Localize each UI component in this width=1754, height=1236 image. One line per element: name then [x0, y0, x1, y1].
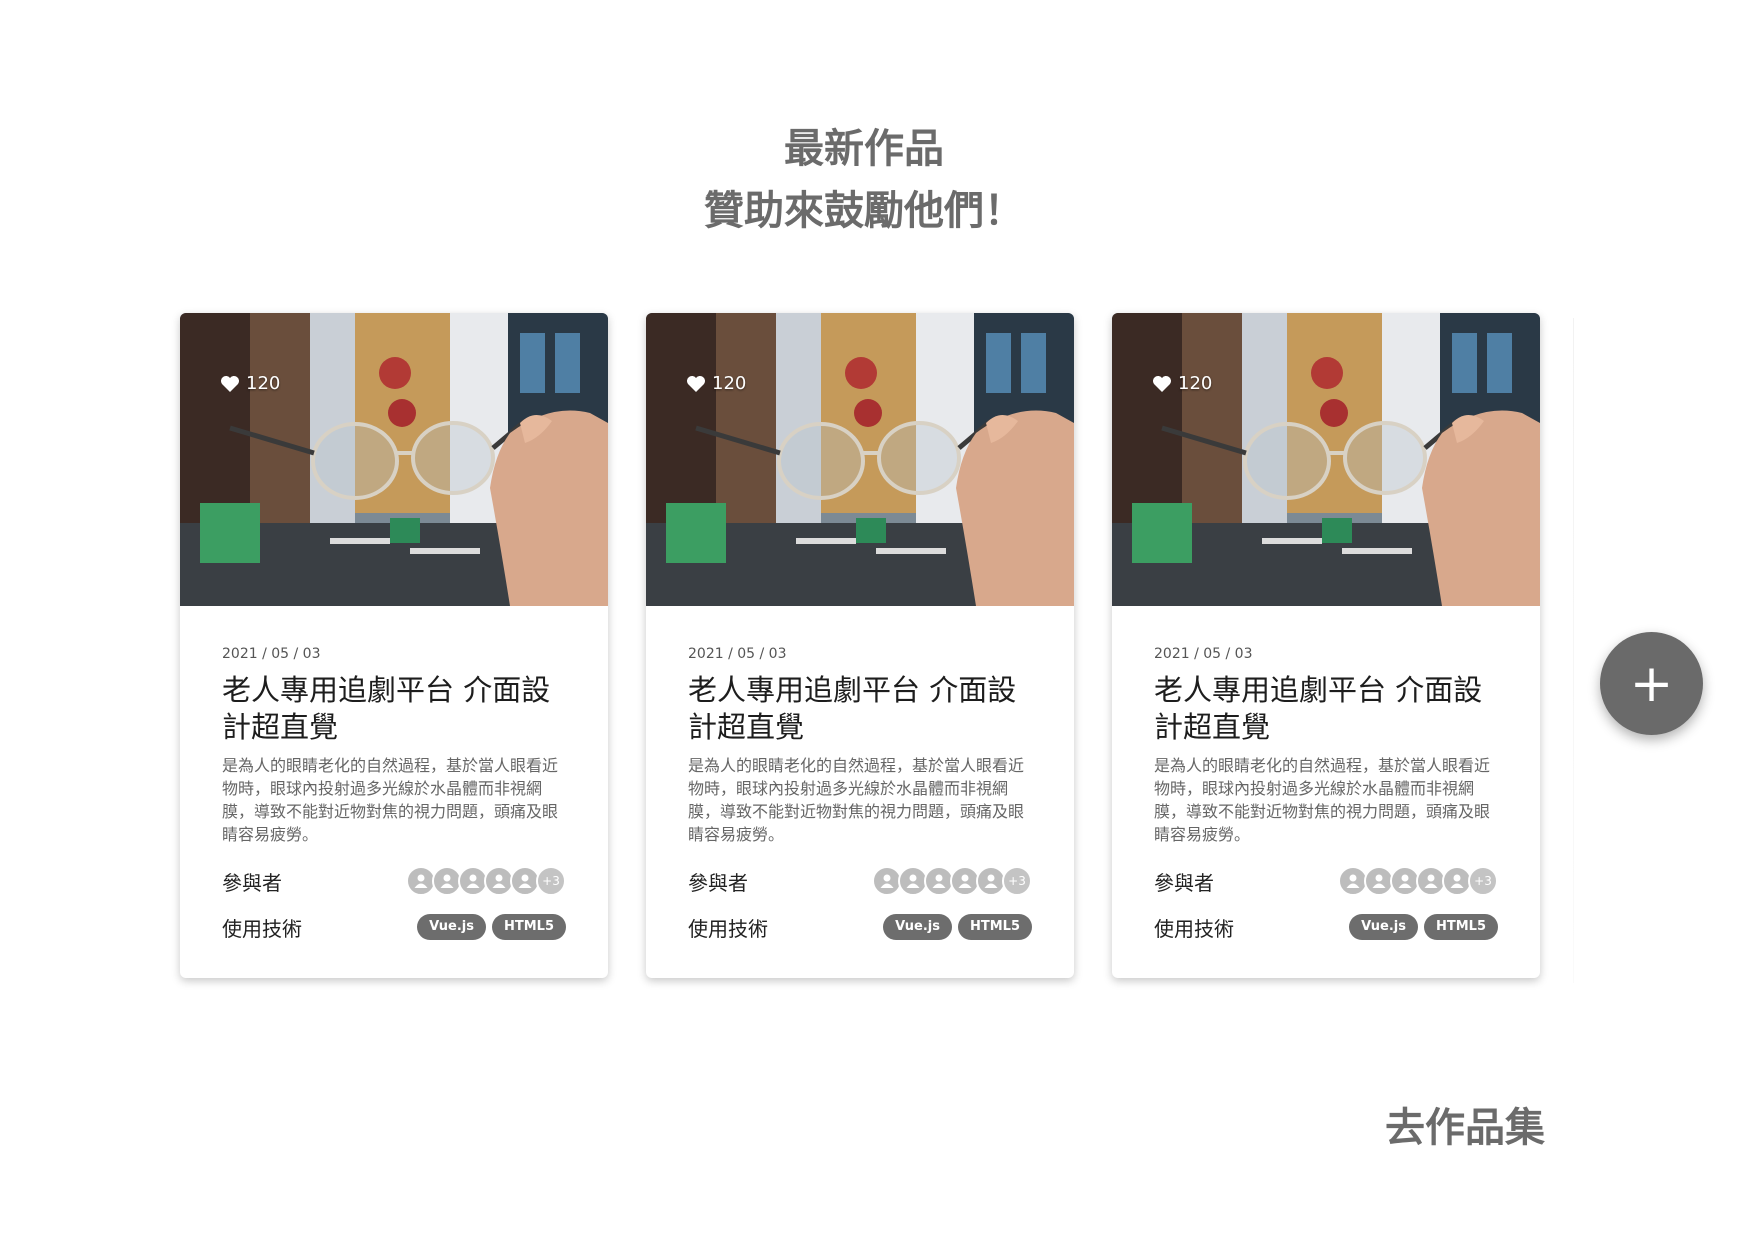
participants-label: 參與者: [1154, 870, 1214, 895]
project-date: 2021 / 05 / 03: [688, 646, 787, 662]
tech-label: 使用技術: [1154, 916, 1234, 941]
tech-tag[interactable]: Vue.js: [1349, 914, 1418, 940]
likes-count[interactable]: 120: [220, 373, 280, 394]
tech-label: 使用技術: [688, 916, 768, 941]
more-participants-badge[interactable]: +3: [1468, 866, 1498, 896]
tech-tags: Vue.js HTML5: [1349, 914, 1498, 940]
likes-number: 120: [246, 373, 281, 394]
participant-avatars: +3: [1338, 866, 1498, 896]
project-photo: 120: [646, 313, 1074, 606]
gallery-link[interactable]: 去作品集: [1385, 1095, 1545, 1153]
add-button[interactable]: +: [1600, 632, 1703, 735]
project-date: 2021 / 05 / 03: [222, 646, 321, 662]
section-subtitle: 贊助來鼓勵他們！: [704, 188, 1024, 234]
heart-icon: [1152, 375, 1172, 393]
likes-count[interactable]: 120: [1152, 373, 1212, 394]
project-card[interactable]: 120 2021 / 05 / 03 老人專用追劇平台 介面設計超直覺 是為人的…: [1112, 313, 1540, 978]
participants-label: 參與者: [688, 870, 748, 895]
project-date: 2021 / 05 / 03: [1154, 646, 1253, 662]
participants-row: 參與者 +3: [222, 864, 566, 898]
tech-tag[interactable]: Vue.js: [417, 914, 486, 940]
likes-number: 120: [1178, 373, 1213, 394]
project-title[interactable]: 老人專用追劇平台 介面設計超直覺: [688, 672, 1032, 746]
project-description: 是為人的眼睛老化的自然過程，基於當人眼看近物時，眼球內投射過多光線於水晶體而非視…: [1154, 756, 1491, 844]
more-participants-badge[interactable]: +3: [536, 866, 566, 896]
tech-tag[interactable]: HTML5: [491, 914, 566, 940]
tech-row: 使用技術 Vue.js HTML5: [688, 910, 1032, 944]
project-title[interactable]: 老人專用追劇平台 介面設計超直覺: [222, 672, 566, 746]
tech-row: 使用技術 Vue.js HTML5: [1154, 910, 1498, 944]
plus-icon: +: [1629, 653, 1674, 714]
tech-tags: Vue.js HTML5: [883, 914, 1032, 940]
participants-label: 參與者: [222, 870, 282, 895]
tech-tags: Vue.js HTML5: [417, 914, 566, 940]
tech-tag[interactable]: HTML5: [957, 914, 1032, 940]
participants-row: 參與者 +3: [688, 864, 1032, 898]
carousel-edge: [1573, 318, 1574, 983]
project-photo: 120: [1112, 313, 1540, 606]
project-description: 是為人的眼睛老化的自然過程，基於當人眼看近物時，眼球內投射過多光線於水晶體而非視…: [688, 756, 1025, 844]
project-description: 是為人的眼睛老化的自然過程，基於當人眼看近物時，眼球內投射過多光線於水晶體而非視…: [222, 756, 559, 844]
tech-row: 使用技術 Vue.js HTML5: [222, 910, 566, 944]
likes-count[interactable]: 120: [686, 373, 746, 394]
participant-avatars: +3: [872, 866, 1032, 896]
tech-tag[interactable]: HTML5: [1423, 914, 1498, 940]
heart-icon: [220, 375, 240, 393]
project-title[interactable]: 老人專用追劇平台 介面設計超直覺: [1154, 672, 1498, 746]
participant-avatars: +3: [406, 866, 566, 896]
section-title: 最新作品: [784, 126, 944, 172]
project-card[interactable]: 120 2021 / 05 / 03 老人專用追劇平台 介面設計超直覺 是為人的…: [180, 313, 608, 978]
section-heading: 最新作品 贊助來鼓勵他們！: [0, 118, 1728, 242]
heart-icon: [686, 375, 706, 393]
participants-row: 參與者 +3: [1154, 864, 1498, 898]
tech-tag[interactable]: Vue.js: [883, 914, 952, 940]
more-participants-badge[interactable]: +3: [1002, 866, 1032, 896]
project-photo: 120: [180, 313, 608, 606]
tech-label: 使用技術: [222, 916, 302, 941]
likes-number: 120: [712, 373, 747, 394]
project-card[interactable]: 120 2021 / 05 / 03 老人專用追劇平台 介面設計超直覺 是為人的…: [646, 313, 1074, 978]
